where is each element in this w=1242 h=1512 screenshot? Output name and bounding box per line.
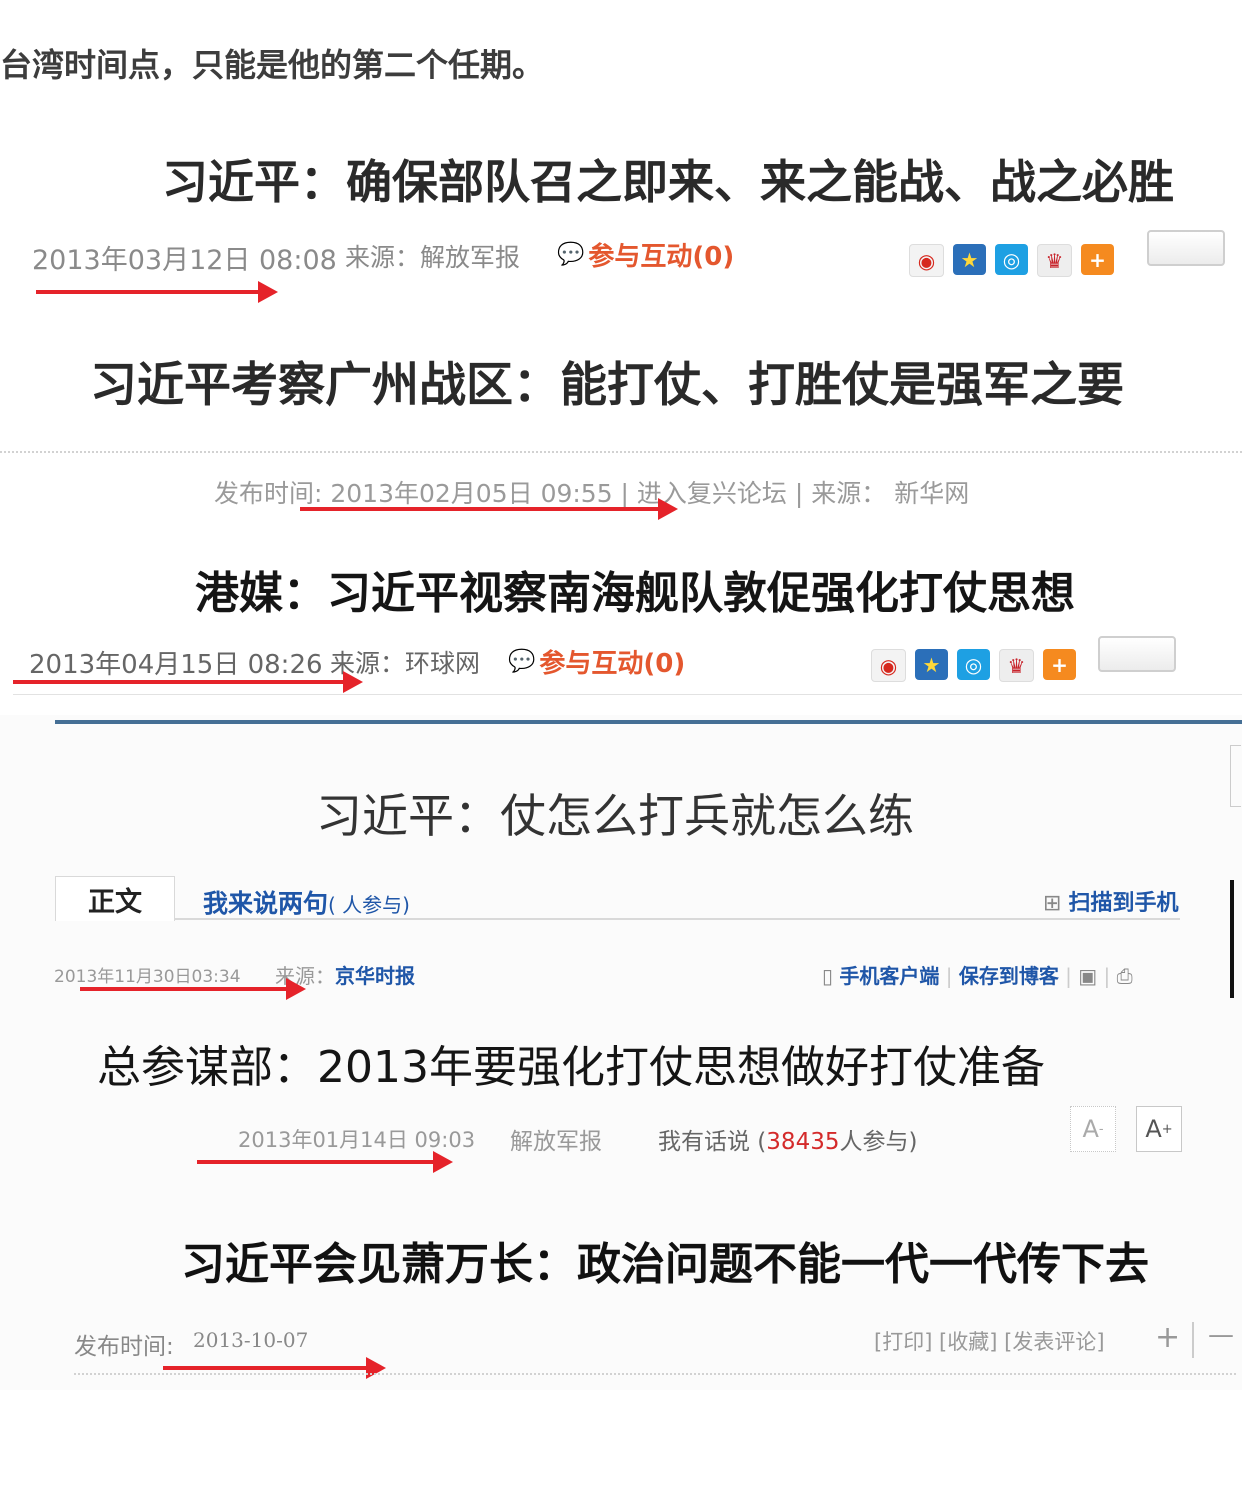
clip6-divider bbox=[74, 1373, 1236, 1375]
red-arrow-6 bbox=[163, 1357, 386, 1379]
clip1-count-bubble bbox=[1147, 230, 1225, 266]
image-icon[interactable]: ▣ bbox=[1078, 964, 1097, 988]
font-decrease-button[interactable]: A- bbox=[1070, 1106, 1116, 1152]
qzone-share-icon[interactable]: ★ bbox=[953, 244, 986, 275]
comment-count: 38435 bbox=[766, 1129, 840, 1155]
tab-comments[interactable]: 我来说两句( 人参与) bbox=[203, 884, 410, 920]
clip6-actions[interactable]: [打印] [收藏] [发表评论] bbox=[874, 1326, 1105, 1356]
red-arrow-1 bbox=[36, 281, 278, 303]
clip3-count-bubble bbox=[1098, 636, 1176, 672]
qq-share-icon[interactable]: ◎ bbox=[957, 649, 990, 680]
tab-body-text[interactable]: 正文 bbox=[55, 876, 175, 921]
mobile-client-link[interactable]: 手机客户端 bbox=[839, 964, 939, 988]
weibo-share-icon[interactable]: ◉ bbox=[871, 649, 906, 682]
clip4-source-link[interactable]: 京华时报 bbox=[335, 964, 415, 988]
font-decrease-sign: - bbox=[1098, 1121, 1104, 1137]
red-arrow-5 bbox=[197, 1151, 453, 1173]
clip2-meta: 发布时间: 2013年02月05日 09:55 | 进入复兴论坛 | 来源： 新… bbox=[214, 479, 970, 508]
clip3-interact-label: 参与互动(0) bbox=[539, 649, 686, 679]
zoom-out-button[interactable]: — bbox=[1208, 1320, 1234, 1350]
red-arrow-2 bbox=[300, 498, 678, 520]
clip3-title: 港媒：习近平视察南海舰队敦促强化打仗思想 bbox=[195, 568, 1075, 619]
red-arrow-4 bbox=[80, 978, 306, 1000]
clip1-share-icons: ◉ ★ ◎ ♛ + bbox=[909, 244, 1114, 277]
intro-text: 台湾时间点，只能是他的第二个任期。 bbox=[0, 46, 545, 84]
clip3-interact-link[interactable]: 💬 参与互动(0) bbox=[508, 643, 685, 680]
font-increase-sign: + bbox=[1161, 1121, 1173, 1137]
phone-icon: ▯ bbox=[822, 964, 834, 988]
font-increase-button[interactable]: A + bbox=[1136, 1106, 1182, 1152]
scan-label: 扫描到手机 bbox=[1068, 891, 1179, 916]
blue-rule bbox=[55, 720, 1242, 724]
scan-to-phone[interactable]: ⊞ 扫描到手机 bbox=[1043, 885, 1178, 917]
clip3-date: 2013年04月15日 08:26 bbox=[29, 650, 323, 680]
clip1-interact-label: 参与互动(0) bbox=[588, 242, 735, 272]
clip4-date: 2013年11月30日03:34 bbox=[54, 967, 241, 987]
comment-bubble-icon: 💬 bbox=[508, 649, 536, 674]
qq-share-icon[interactable]: ◎ bbox=[995, 244, 1028, 275]
clip4-title: 习近平：仗怎么打兵就怎么练 bbox=[316, 789, 914, 843]
red-arrow-3 bbox=[13, 671, 363, 693]
clip6-date-label: 发布时间: bbox=[74, 1334, 174, 1360]
clip4-toolbar: ▯ 手机客户端 | 保存到博客 | ▣ | ⎙ bbox=[822, 964, 1133, 988]
clip2-divider bbox=[0, 451, 1242, 453]
tab-comments-count: ( 人参与) bbox=[328, 893, 410, 917]
clip6-title: 习近平会见萧万长：政治问题不能一代一代传下去 bbox=[181, 1239, 1149, 1290]
font-increase-glyph: A bbox=[1145, 1115, 1162, 1143]
clip5-comments[interactable]: 我有话说 (38435人参与) bbox=[658, 1122, 917, 1156]
comment-suffix: 人参与) bbox=[839, 1129, 918, 1155]
weibo-share-icon[interactable]: ◉ bbox=[909, 244, 944, 277]
comment-bubble-icon: 💬 bbox=[557, 242, 585, 267]
clip5-date: 2013年01月14日 09:03 bbox=[238, 1128, 476, 1152]
renren-share-icon[interactable]: ♛ bbox=[1037, 244, 1072, 277]
print-icon[interactable]: ⎙ bbox=[1117, 964, 1133, 988]
clip6-date: 2013-10-07 bbox=[193, 1328, 309, 1352]
clip5-source: 解放军报 bbox=[510, 1129, 602, 1155]
toolbar-separator bbox=[1192, 1322, 1194, 1358]
more-share-icon[interactable]: + bbox=[1043, 649, 1076, 680]
zoom-in-button[interactable]: + bbox=[1155, 1320, 1180, 1355]
more-share-icon[interactable]: + bbox=[1081, 244, 1114, 275]
tab-comments-label: 我来说两句 bbox=[203, 889, 329, 918]
clip3-share-icons: ◉ ★ ◎ ♛ + bbox=[871, 649, 1076, 682]
clip1-source: 来源：解放军报 bbox=[345, 243, 521, 272]
side-scrollbar[interactable] bbox=[1230, 880, 1234, 998]
clip1-interact-link[interactable]: 💬 参与互动(0) bbox=[557, 236, 734, 273]
clip3-divider bbox=[13, 694, 1242, 695]
renren-share-icon[interactable]: ♛ bbox=[999, 649, 1034, 682]
clip2-title: 习近平考察广州战区：能打仗、打胜仗是强军之要 bbox=[90, 358, 1124, 413]
clip1-date: 2013年03月12日 08:08 bbox=[32, 245, 337, 276]
clip5-title: 总参谋部：2013年要强化打仗思想做好打仗准备 bbox=[97, 1042, 1045, 1093]
save-blog-link[interactable]: 保存到博客 bbox=[959, 964, 1059, 988]
clip1-title: 习近平：确保部队召之即来、来之能战、战之必胜 bbox=[162, 155, 1174, 209]
comment-prefix: 我有话说 ( bbox=[658, 1129, 767, 1155]
qr-code-icon: ⊞ bbox=[1043, 891, 1062, 916]
qzone-share-icon[interactable]: ★ bbox=[915, 649, 948, 680]
font-decrease-glyph: A bbox=[1082, 1115, 1099, 1143]
side-box bbox=[1230, 745, 1241, 807]
